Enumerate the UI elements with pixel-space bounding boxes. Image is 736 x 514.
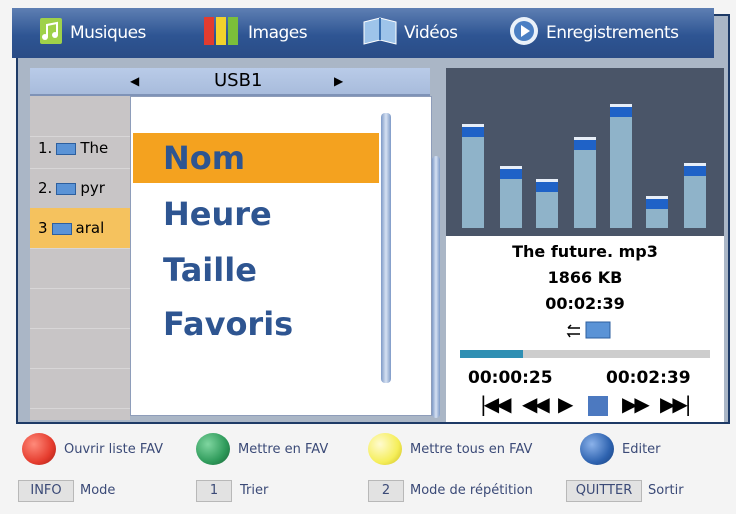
equalizer-bar [536, 179, 558, 228]
yellow-button-icon[interactable] [368, 433, 402, 465]
folder-icon [56, 142, 77, 155]
track-title: The future. mp3 [512, 242, 658, 261]
green-button-icon[interactable] [196, 433, 230, 465]
key-2[interactable]: 2 [368, 480, 404, 502]
elapsed-time: 00:00:25 [468, 368, 553, 388]
prev-source-arrow-icon[interactable]: ◀ [130, 74, 139, 88]
equalizer-bar [646, 196, 668, 228]
track-size: 1866 KB [547, 268, 623, 287]
fast-forward-icon[interactable]: ▶▶ [622, 392, 650, 416]
list-item [30, 288, 130, 329]
equalizer-peak [610, 104, 632, 117]
source-selector[interactable]: ◀ USB1 ▶ [30, 68, 430, 96]
list-item-name: The [80, 139, 109, 157]
file-list: 1. The 2. pyr 3 aral [30, 96, 130, 420]
list-scrollbar[interactable] [432, 156, 440, 418]
list-item-name: aral [75, 219, 105, 237]
list-item-index: 3 [38, 219, 48, 237]
playback-progress-fill [460, 350, 523, 358]
equalizer-bar [610, 104, 632, 228]
media-tabs: Musiques Images Vidéos Enregistrements [12, 8, 714, 58]
quit-key-label: Sortir [648, 483, 684, 498]
list-item [30, 328, 130, 369]
skip-back-icon[interactable]: |◀◀ [480, 392, 511, 416]
info-key[interactable]: INFO [18, 480, 74, 502]
music-note-icon [36, 16, 64, 51]
image-strips-icon [202, 15, 242, 52]
total-time: 00:02:39 [606, 368, 691, 388]
sort-menu-popup: Nom Heure Taille Favoris [130, 96, 432, 416]
tab-videos-label: Vidéos [404, 23, 458, 43]
equalizer-peak [684, 163, 706, 176]
rewind-icon[interactable]: ◀◀ [522, 392, 550, 416]
record-reel-icon [508, 15, 540, 52]
equalizer-bar [462, 124, 484, 228]
next-source-arrow-icon[interactable]: ▶ [334, 74, 343, 88]
equalizer-peak [462, 124, 484, 137]
tab-images-label: Images [248, 23, 308, 43]
info-key-label: Mode [80, 483, 116, 498]
red-button-icon[interactable] [22, 433, 56, 465]
equalizer-peak [646, 196, 668, 209]
equalizer-peak [574, 137, 596, 150]
equalizer-bar [500, 166, 522, 228]
key-2-label: Mode de répétition [410, 483, 533, 498]
tab-recordings[interactable]: Enregistrements [508, 8, 679, 58]
repeat-icon[interactable] [564, 320, 612, 344]
list-item [30, 368, 130, 409]
skip-forward-icon[interactable]: ▶▶| [660, 392, 691, 416]
play-icon[interactable]: ▶ [558, 392, 573, 416]
list-item [30, 248, 130, 289]
blue-button-label: Editer [622, 442, 661, 457]
now-playing-panel: The future. mp3 1866 KB 00:02:39 00:00:2… [446, 236, 724, 422]
list-item-index: 1. [38, 139, 53, 157]
tab-music[interactable]: Musiques [36, 8, 146, 58]
sort-option-size[interactable]: Taille [133, 245, 379, 295]
tab-music-label: Musiques [70, 23, 146, 43]
video-book-icon [362, 16, 398, 51]
green-button-label: Mettre en FAV [238, 442, 329, 457]
list-item-name: pyr [80, 179, 105, 197]
sort-option-name[interactable]: Nom [133, 133, 379, 183]
list-item-index: 2. [38, 179, 53, 197]
blue-button-icon[interactable] [580, 433, 614, 465]
list-item[interactable]: 1. The [30, 128, 130, 169]
tab-images[interactable]: Images [202, 8, 308, 58]
tab-recordings-label: Enregistrements [546, 23, 679, 43]
sort-option-favorites[interactable]: Favoris [133, 299, 379, 349]
quit-key[interactable]: QUITTER [566, 480, 642, 502]
stop-icon[interactable] [588, 396, 608, 416]
folder-icon [56, 182, 77, 195]
list-item-selected[interactable]: 3 aral [30, 208, 130, 249]
tab-videos[interactable]: Vidéos [362, 8, 458, 58]
equalizer-bar [574, 137, 596, 228]
yellow-button-label: Mettre tous en FAV [410, 442, 533, 457]
key-1-label: Trier [240, 483, 269, 498]
equalizer-visualizer [446, 68, 724, 236]
playback-progress-bar[interactable] [460, 350, 710, 358]
list-item[interactable]: 2. pyr [30, 168, 130, 209]
key-1[interactable]: 1 [196, 480, 232, 502]
source-label: USB1 [214, 70, 263, 91]
equalizer-bar [684, 163, 706, 228]
menu-scrollbar[interactable] [381, 113, 391, 383]
red-button-label: Ouvrir liste FAV [64, 442, 164, 457]
sort-option-time[interactable]: Heure [133, 189, 379, 239]
track-duration: 00:02:39 [545, 294, 625, 313]
equalizer-peak [536, 179, 558, 192]
equalizer-peak [500, 166, 522, 179]
folder-icon [51, 222, 72, 235]
